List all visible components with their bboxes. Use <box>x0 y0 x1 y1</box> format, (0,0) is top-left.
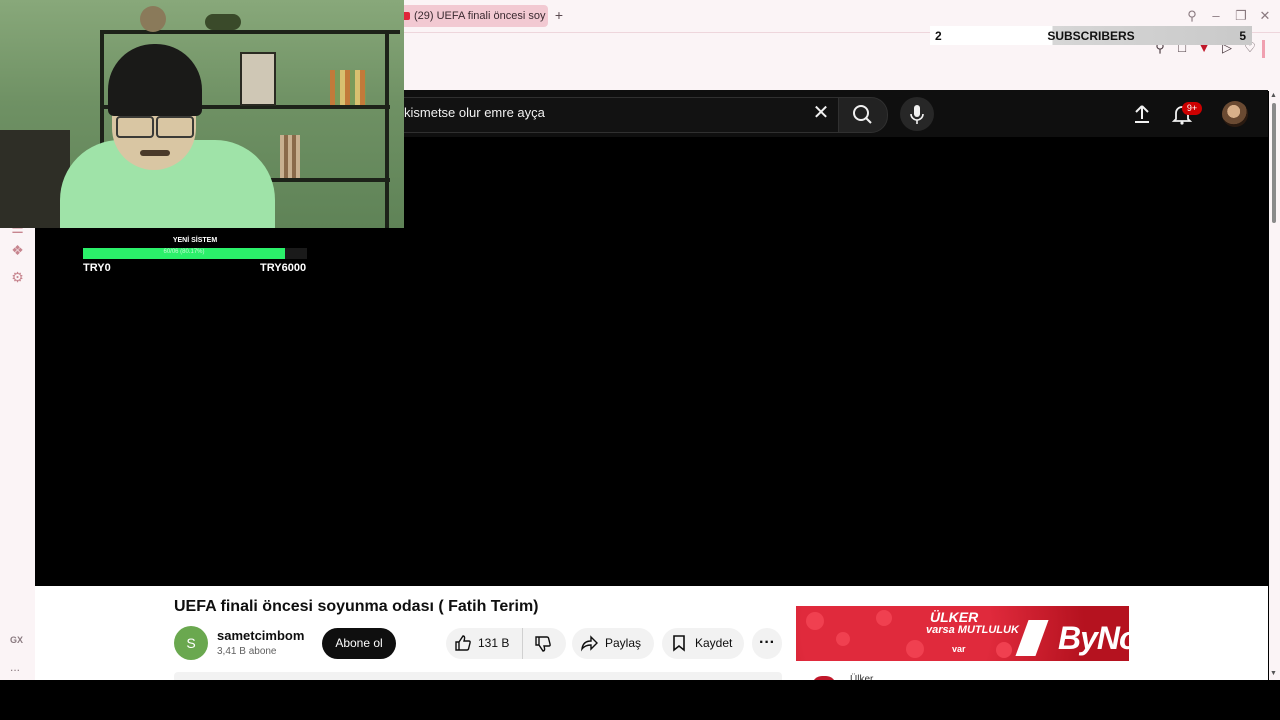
sidebar-more-icon[interactable]: ... <box>10 660 20 674</box>
sidebar-settings-icon[interactable]: ⚙ <box>9 269 26 286</box>
new-tab-button[interactable]: + <box>552 8 566 22</box>
channel-avatar[interactable]: S <box>174 626 208 660</box>
voice-search-button[interactable] <box>900 97 934 131</box>
share-icon <box>580 635 598 652</box>
gx-label[interactable]: GX <box>10 635 23 645</box>
share-button[interactable]: Paylaş <box>572 628 654 659</box>
upload-button[interactable] <box>1130 102 1154 126</box>
ad-slogan: varsa MUTLULUK <box>926 624 1019 636</box>
channel-name[interactable]: sametcimbom <box>217 628 304 643</box>
scroll-up-icon[interactable]: ▲ <box>1270 92 1277 99</box>
scrollbar-thumb[interactable] <box>1272 103 1276 223</box>
thumbs-up-icon <box>455 635 471 651</box>
goal-max-label: TRY6000 <box>260 262 307 274</box>
subscriber-goal-widget: 2 SUBSCRIBERS 5 <box>930 26 1252 45</box>
toolbar-indicator <box>1262 40 1265 58</box>
subscribe-button[interactable]: Abone ol <box>322 628 396 659</box>
bookmark-icon <box>673 635 685 652</box>
channel-subscriber-count: 3,41 B abone <box>217 646 277 657</box>
scroll-down-icon[interactable]: ▼ <box>1270 670 1277 677</box>
goal-min-label: TRY0 <box>83 262 111 274</box>
save-label: Kaydet <box>695 636 733 650</box>
save-button[interactable]: Kaydet <box>662 628 744 659</box>
webcam-overlay <box>0 0 404 228</box>
goal-progress-text: 60/06 (80.17%) <box>163 249 205 255</box>
thumbs-down-icon <box>535 636 551 652</box>
like-count: 131 B <box>478 636 510 650</box>
video-title: UEFA finali öncesi soyunma odası ( Fatih… <box>174 598 539 615</box>
description-box[interactable] <box>174 672 782 680</box>
upload-icon <box>1135 105 1149 123</box>
restore-icon[interactable]: ❐ <box>1233 8 1249 24</box>
search-icon <box>853 105 872 124</box>
share-label: Paylaş <box>605 636 642 650</box>
goal-title: YENİ SİSTEM <box>172 237 218 244</box>
bottom-black-bar <box>0 680 1280 720</box>
notification-badge: 9+ <box>1182 102 1202 115</box>
dislike-button[interactable] <box>522 628 566 659</box>
more-icon: ··· <box>759 634 775 651</box>
like-button[interactable]: 131 B <box>446 628 522 659</box>
minimize-icon[interactable]: – <box>1208 8 1224 24</box>
ad-sponsor-row <box>796 661 1129 680</box>
close-icon[interactable]: ✕ <box>1257 8 1273 24</box>
subscriber-label: SUBSCRIBERS <box>1047 29 1135 43</box>
browser-tab[interactable]: (29) UEFA finali öncesi soy <box>398 5 548 27</box>
subscriber-goal: 5 <box>1239 29 1246 43</box>
search-icon[interactable]: ⚲ <box>1184 8 1200 24</box>
ad-slogan-end: var <box>952 644 966 654</box>
ad-brand: ÜLKER <box>930 609 979 625</box>
microphone-icon <box>910 105 924 124</box>
search-query-text[interactable]: kismetse olur emre ayça <box>404 105 545 120</box>
more-actions-button[interactable]: ··· <box>752 628 782 659</box>
browser-sidebar <box>0 228 35 680</box>
user-avatar[interactable] <box>1222 101 1248 127</box>
clear-search-icon[interactable]: ✕ <box>810 102 832 124</box>
sidebar-extensions-icon[interactable]: ❖ <box>9 242 26 259</box>
tab-title: (29) UEFA finali öncesi soy <box>414 10 546 22</box>
ad-product-name: ByNo <box>1058 620 1139 656</box>
search-button[interactable] <box>838 97 888 133</box>
